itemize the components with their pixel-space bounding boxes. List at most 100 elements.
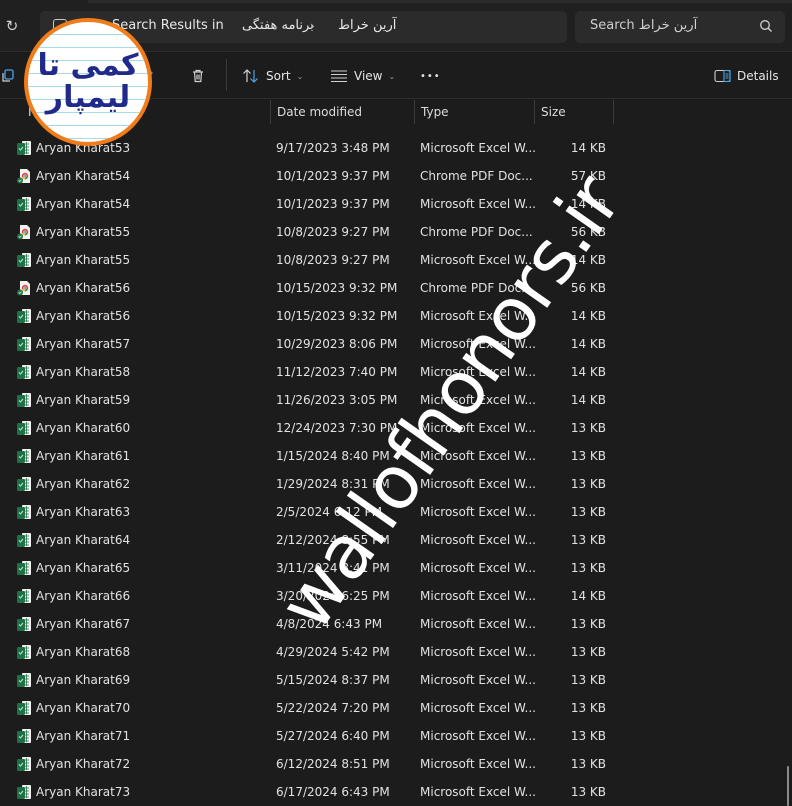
file-row[interactable]: Aryan Kharat54 10/1/2023 9:37 PM Microsoft…	[0, 190, 786, 218]
file-name: Aryan Kharat65	[36, 561, 131, 575]
file-name: Aryan Kharat60	[36, 421, 131, 435]
file-size: 13 KB	[570, 449, 606, 463]
file-row[interactable]: Aryan Kharat59 11/26/2023 3:05 PM Microsof…	[0, 386, 786, 414]
excel-file-icon	[16, 504, 32, 520]
file-row[interactable]: Aryan Kharat62 1/29/2024 8:31 PM Microsoft…	[0, 470, 786, 498]
copy-button[interactable]	[0, 53, 16, 99]
file-name: Aryan Kharat57	[36, 337, 131, 351]
vertical-scrollbar[interactable]	[786, 124, 792, 806]
file-size: 14 KB	[570, 141, 606, 155]
file-size: 14 KB	[570, 197, 606, 211]
file-size: 13 KB	[570, 785, 606, 799]
file-type: Microsoft Excel W...	[420, 729, 536, 743]
trash-icon	[193, 69, 203, 83]
file-row[interactable]: Aryan Kharat70 5/22/2024 7:20 PM Microsoft…	[0, 694, 786, 722]
excel-file-icon	[16, 560, 32, 576]
file-name: Aryan Kharat54	[36, 197, 131, 211]
file-size: 56 KB	[570, 281, 606, 295]
file-date-modified: 1/15/2024 8:40 PM	[276, 449, 390, 463]
file-date-modified: 2/5/2024 6:12 PM	[276, 505, 383, 519]
excel-file-icon	[16, 700, 32, 716]
file-size: 14 KB	[570, 365, 606, 379]
file-row[interactable]: Aryan Kharat68 4/29/2024 5:42 PM Microsoft…	[0, 638, 786, 666]
file-row[interactable]: Aryan Kharat64 2/12/2024 8:55 PM Microsoft…	[0, 526, 786, 554]
breadcrumb-chevron-icon: ›	[310, 19, 315, 33]
file-date-modified: 4/29/2024 5:42 PM	[276, 645, 390, 659]
file-type: Microsoft Excel W...	[420, 589, 536, 603]
file-size: 13 KB	[570, 561, 606, 575]
file-date-modified: 1/29/2024 8:31 PM	[276, 477, 390, 491]
file-date-modified: 11/26/2023 3:05 PM	[276, 393, 398, 407]
delete-button[interactable]	[190, 53, 206, 99]
refresh-button[interactable]: ↻	[2, 16, 22, 36]
file-row[interactable]: Aryan Kharat56 10/15/2023 9:32 PM Chrome P…	[0, 274, 786, 302]
file-name: Aryan Kharat67	[36, 617, 131, 631]
details-pane-icon	[714, 69, 731, 83]
file-row[interactable]: Aryan Kharat61 1/15/2024 8:40 PM Microsoft…	[0, 442, 786, 470]
file-row[interactable]: Aryan Kharat58 11/12/2023 7:40 PM Microsof…	[0, 358, 786, 386]
details-pane-button[interactable]: Details	[714, 53, 779, 99]
file-row[interactable]: Aryan Kharat65 3/11/2024 8:41 PM Microsoft…	[0, 554, 786, 582]
excel-file-icon	[16, 448, 32, 464]
file-date-modified: 3/11/2024 8:41 PM	[276, 561, 390, 575]
file-name: Aryan Kharat61	[36, 449, 131, 463]
file-type: Microsoft Excel W...	[420, 533, 536, 547]
file-size: 14 KB	[570, 589, 606, 603]
file-size: 13 KB	[570, 645, 606, 659]
file-name: Aryan Kharat69	[36, 673, 131, 687]
file-row[interactable]: Aryan Kharat69 5/15/2024 8:37 PM Microsoft…	[0, 666, 786, 694]
file-date-modified: 2/12/2024 8:55 PM	[276, 533, 390, 547]
file-row[interactable]: Aryan Kharat54 10/1/2023 9:37 PM Chrome PD…	[0, 162, 786, 190]
file-row[interactable]: Aryan Kharat55 10/8/2023 9:27 PM Microsoft…	[0, 246, 786, 274]
file-size: 13 KB	[570, 701, 606, 715]
column-header-date-modified[interactable]: Date modified	[270, 100, 414, 124]
scrollbar-thumb[interactable]	[787, 766, 789, 806]
file-name: Aryan Kharat55	[36, 225, 131, 239]
refresh-icon: ↻	[5, 17, 19, 35]
excel-file-icon	[16, 532, 32, 548]
file-date-modified: 9/17/2023 3:48 PM	[276, 141, 390, 155]
search-placeholder: Search آرین خراط	[590, 18, 698, 33]
excel-file-icon	[16, 784, 32, 800]
file-name: Aryan Kharat73	[36, 785, 131, 799]
file-row[interactable]: Aryan Kharat56 10/15/2023 9:32 PM Microsof…	[0, 302, 786, 330]
chevron-down-icon: ⌄	[296, 71, 304, 81]
file-row[interactable]: Aryan Kharat66 3/20/2024 6:25 PM Microsoft…	[0, 582, 786, 610]
excel-file-icon	[16, 672, 32, 688]
file-size: 13 KB	[570, 673, 606, 687]
file-name: Aryan Kharat68	[36, 645, 131, 659]
search-input[interactable]: Search آرین خراط	[575, 11, 785, 43]
file-date-modified: 10/29/2023 8:06 PM	[276, 337, 398, 351]
file-date-modified: 3/20/2024 6:25 PM	[276, 589, 390, 603]
view-button[interactable]: View ⌄	[330, 53, 395, 99]
file-type: Chrome PDF Doc...	[420, 225, 533, 239]
file-size: 13 KB	[570, 533, 606, 547]
more-options-button[interactable]: •••	[420, 53, 441, 99]
file-row[interactable]: Aryan Kharat72 6/12/2024 8:51 PM Microsoft…	[0, 750, 786, 778]
logo-text: کمی تا لیمپار	[37, 48, 139, 115]
column-header-size[interactable]: Size	[534, 100, 614, 124]
file-row[interactable]: Aryan Kharat73 6/17/2024 6:43 PM Microsoft…	[0, 778, 786, 806]
file-type: Microsoft Excel W...	[420, 337, 536, 351]
file-type: Microsoft Excel W...	[420, 785, 536, 799]
file-row[interactable]: Aryan Kharat67 4/8/2024 6:43 PM Microsoft …	[0, 610, 786, 638]
file-type: Microsoft Excel W...	[420, 309, 536, 323]
file-row[interactable]: Aryan Kharat63 2/5/2024 6:12 PM Microsoft …	[0, 498, 786, 526]
sort-button[interactable]: Sort ⌄	[242, 53, 303, 99]
excel-file-icon	[16, 308, 32, 324]
file-row[interactable]: Aryan Kharat71 5/27/2024 6:40 PM Microsoft…	[0, 722, 786, 750]
file-type: Microsoft Excel W...	[420, 141, 536, 155]
file-size: 14 KB	[570, 309, 606, 323]
file-row[interactable]: Aryan Kharat55 10/8/2023 9:27 PM Chrome PD…	[0, 218, 786, 246]
excel-file-icon	[16, 644, 32, 660]
toolbar-divider	[226, 59, 227, 91]
breadcrumb-weekly-schedule[interactable]: برنامه هفتگی	[242, 18, 314, 33]
file-type: Microsoft Excel W...	[420, 505, 536, 519]
column-header-type[interactable]: Type	[414, 100, 534, 124]
file-size: 14 KB	[570, 337, 606, 351]
file-row[interactable]: Aryan Kharat57 10/29/2023 8:06 PM Microsof…	[0, 330, 786, 358]
file-date-modified: 10/8/2023 9:27 PM	[276, 253, 390, 267]
file-row[interactable]: Aryan Kharat60 12/24/2023 7:30 PM Microsof…	[0, 414, 786, 442]
breadcrumb-aryan-kharat[interactable]: آرین خراط	[338, 18, 396, 33]
file-size: 13 KB	[570, 505, 606, 519]
